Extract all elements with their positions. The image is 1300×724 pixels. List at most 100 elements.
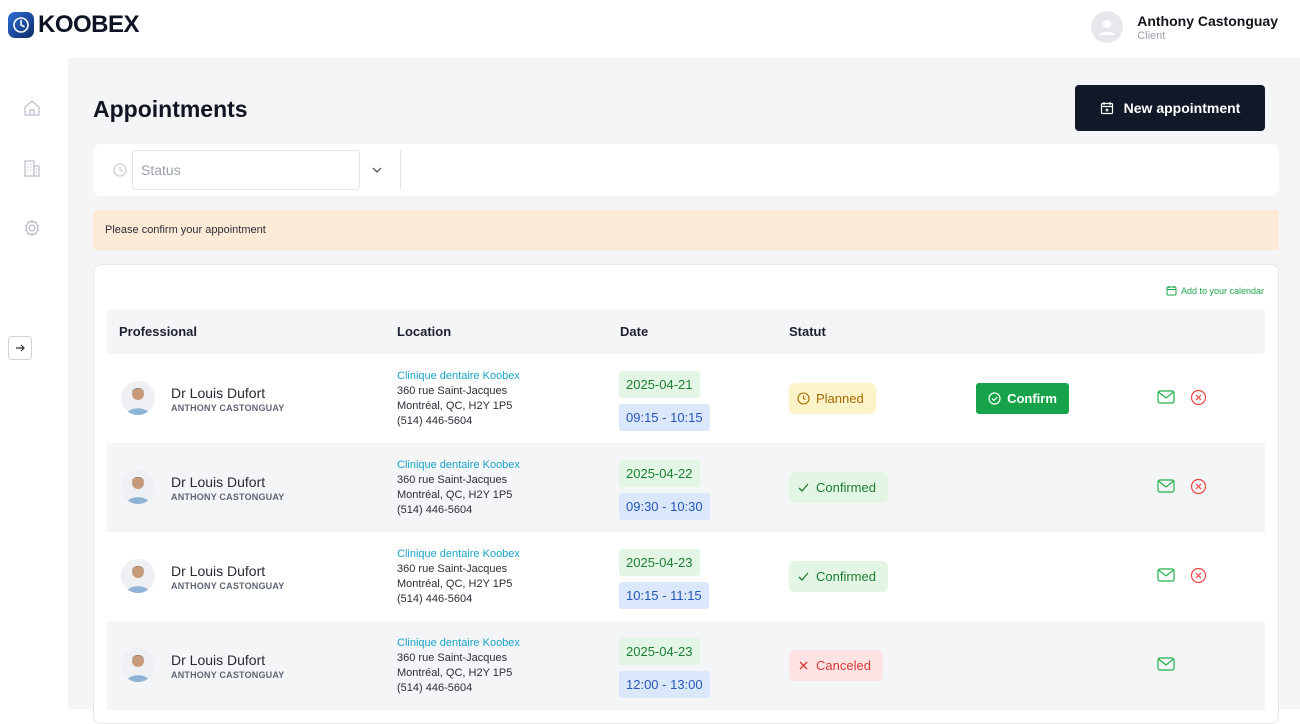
professional-avatar (121, 381, 155, 415)
professional-avatar (121, 559, 155, 593)
mail-icon[interactable] (1157, 568, 1175, 582)
brand-name: KOOBEX (38, 11, 140, 38)
address-line1: 360 rue Saint-Jacques (397, 652, 508, 664)
sidebar-expand-button[interactable] (8, 336, 32, 360)
client-name: ANTHONY CASTONGUAY (171, 403, 285, 413)
location-block: Clinique dentaire Koobex 360 rue Saint-J… (397, 547, 520, 607)
confirm-button[interactable]: Confirm (976, 383, 1069, 414)
home-icon[interactable] (20, 96, 44, 120)
clinic-phone: (514) 446-5604 (397, 682, 473, 694)
address-line2: Montréal, QC, H2Y 1P5 (397, 578, 513, 590)
clock-icon (797, 392, 810, 405)
user-role: Client (1137, 29, 1166, 42)
logo[interactable]: KOOBEX (8, 11, 140, 39)
arrow-right-icon (16, 344, 25, 352)
mail-icon[interactable] (1157, 479, 1175, 493)
client-name: ANTHONY CASTONGUAY (171, 492, 285, 502)
date-badge: 2025-04-23 (619, 638, 700, 665)
client-name: ANTHONY CASTONGUAY (171, 581, 285, 591)
check-icon (798, 572, 809, 581)
main-content: Appointments New appointment Status Plea… (68, 58, 1300, 724)
clinic-link[interactable]: Clinique dentaire Koobex (397, 369, 520, 384)
client-name: ANTHONY CASTONGUAY (171, 670, 285, 680)
table-row: Dr Louis Dufort ANTHONY CASTONGUAY Clini… (107, 621, 1265, 710)
professional-name: Dr Louis Dufort (171, 474, 266, 490)
building-icon[interactable] (20, 156, 44, 180)
status-badge: Canceled (789, 650, 883, 681)
address-line1: 360 rue Saint-Jacques (397, 563, 508, 575)
top-bar: KOOBEX Anthony Castonguay Client (0, 0, 1300, 58)
address-line1: 360 rue Saint-Jacques (397, 385, 508, 397)
cancel-icon[interactable] (1190, 567, 1207, 584)
sidebar (0, 58, 68, 709)
professional-avatar (121, 648, 155, 682)
clinic-phone: (514) 446-5604 (397, 415, 473, 427)
table-row: Dr Louis Dufort ANTHONY CASTONGUAY Clini… (107, 354, 1265, 443)
x-icon (799, 661, 808, 670)
calendar-icon (1166, 286, 1177, 296)
check-circle-icon (988, 392, 1001, 405)
calendar-plus-icon (1100, 102, 1113, 115)
header-status: Statut (789, 324, 826, 339)
clinic-phone: (514) 446-5604 (397, 593, 473, 605)
logo-mark-icon (8, 12, 34, 38)
time-badge: 10:15 - 11:15 (619, 582, 709, 609)
filter-bar: Status (93, 144, 1279, 196)
status-label: Confirmed (816, 480, 876, 495)
status-badge: Confirmed (789, 472, 888, 503)
status-label: Planned (816, 391, 864, 406)
table-row: Dr Louis Dufort ANTHONY CASTONGUAY Clini… (107, 532, 1265, 621)
clinic-link[interactable]: Clinique dentaire Koobex (397, 547, 520, 562)
status-label: Confirmed (816, 569, 876, 584)
table-row: Dr Louis Dufort ANTHONY CASTONGUAY Clini… (107, 443, 1265, 532)
clinic-link[interactable]: Clinique dentaire Koobex (397, 458, 520, 473)
clinic-phone: (514) 446-5604 (397, 504, 473, 516)
user-menu[interactable]: Anthony Castonguay Client (1091, 11, 1278, 43)
professional-name: Dr Louis Dufort (171, 385, 266, 401)
mail-icon[interactable] (1157, 657, 1175, 671)
status-filter-input[interactable]: Status (132, 150, 360, 190)
status-badge: Confirmed (789, 561, 888, 592)
new-appointment-label: New appointment (1123, 100, 1241, 116)
mail-icon[interactable] (1157, 390, 1175, 404)
header-date: Date (620, 324, 649, 339)
new-appointment-button[interactable]: New appointment (1075, 85, 1265, 131)
header-location: Location (397, 324, 452, 339)
user-avatar-icon (1091, 11, 1124, 43)
add-to-calendar-label: Add to your calendar (1180, 285, 1264, 296)
time-badge: 09:30 - 10:30 (619, 493, 710, 520)
time-badge: 09:15 - 10:15 (619, 404, 710, 431)
status-badge: Planned (789, 383, 876, 414)
date-badge: 2025-04-23 (619, 549, 700, 576)
date-badge: 2025-04-22 (619, 460, 700, 487)
date-badge: 2025-04-21 (619, 371, 700, 398)
address-line2: Montréal, QC, H2Y 1P5 (397, 400, 513, 412)
table-header: Professional Location Date Statut (107, 309, 1265, 354)
confirm-alert: Please confirm your appointment (93, 210, 1279, 250)
cancel-icon[interactable] (1190, 478, 1207, 495)
address-line1: 360 rue Saint-Jacques (397, 474, 508, 486)
user-name: Anthony Castonguay (1137, 12, 1278, 29)
gear-icon[interactable] (20, 216, 44, 240)
location-block: Clinique dentaire Koobex 360 rue Saint-J… (397, 369, 520, 429)
professional-name: Dr Louis Dufort (171, 563, 266, 579)
page-title: Appointments (93, 96, 248, 122)
confirm-label: Confirm (1007, 391, 1057, 406)
add-to-calendar-link[interactable]: Add to your calendar (1166, 285, 1264, 296)
check-icon (798, 483, 809, 492)
chevron-down-icon[interactable] (370, 163, 384, 177)
time-badge: 12:00 - 13:00 (619, 671, 710, 698)
filter-divider (400, 150, 401, 190)
location-block: Clinique dentaire Koobex 360 rue Saint-J… (397, 636, 520, 696)
address-line2: Montréal, QC, H2Y 1P5 (397, 667, 513, 679)
status-label: Canceled (816, 658, 871, 673)
professional-name: Dr Louis Dufort (171, 652, 266, 668)
professional-avatar (121, 470, 155, 504)
clock-icon (113, 163, 127, 177)
header-professional: Professional (119, 324, 198, 339)
location-block: Clinique dentaire Koobex 360 rue Saint-J… (397, 458, 520, 518)
address-line2: Montréal, QC, H2Y 1P5 (397, 489, 513, 501)
appointments-table: Add to your calendar Professional Locati… (93, 264, 1279, 724)
clinic-link[interactable]: Clinique dentaire Koobex (397, 636, 520, 651)
cancel-icon[interactable] (1190, 389, 1207, 406)
